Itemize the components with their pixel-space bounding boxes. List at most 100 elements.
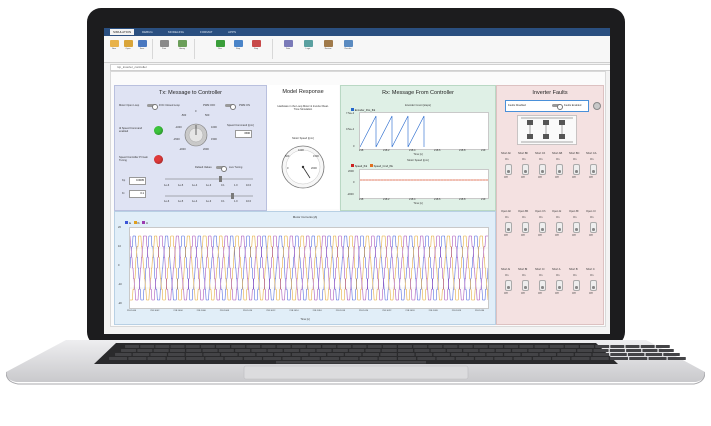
fault-switch[interactable] — [539, 222, 546, 233]
tab-apps[interactable]: APPS — [228, 29, 236, 35]
fault-switch[interactable] — [539, 280, 546, 291]
stop-button[interactable]: Stop — [250, 40, 262, 54]
key — [137, 349, 153, 352]
knob-tick-neg500: -500 — [181, 114, 187, 117]
fault-switch[interactable] — [573, 222, 580, 233]
key — [577, 349, 593, 352]
open-button[interactable]: Open — [122, 40, 134, 54]
fault-switch[interactable] — [590, 280, 597, 291]
fault-on-label: On — [522, 274, 526, 277]
key — [367, 345, 382, 348]
fault-label: Short Bh — [518, 152, 529, 155]
fault-switch[interactable] — [590, 222, 597, 233]
speed-ytick: 2000 — [348, 170, 354, 173]
fault-label: Open Ah — [501, 210, 512, 213]
fault-switch[interactable] — [556, 280, 563, 291]
fault-switch[interactable] — [505, 280, 512, 291]
fault-on-label: On — [505, 158, 509, 161]
fault-label: Open Ch — [535, 210, 546, 213]
key — [658, 349, 674, 352]
gauge-label: Motor Speed [rpm] — [292, 137, 314, 140]
fault-switch[interactable] — [590, 164, 597, 175]
currents-xtick: 218.1016 — [312, 310, 322, 312]
faults-toggle[interactable] — [552, 103, 563, 110]
speed-knob[interactable] — [171, 110, 221, 160]
print-button[interactable]: Print — [158, 40, 170, 54]
folder-icon — [123, 40, 133, 47]
key — [640, 345, 655, 348]
fault-switch[interactable] — [573, 164, 580, 175]
pwm-toggle[interactable] — [225, 103, 236, 110]
currents-xtick: 218.1004 — [173, 310, 183, 312]
key — [595, 345, 610, 348]
kp-field[interactable]: 0.0005 — [129, 177, 146, 185]
key — [381, 349, 397, 352]
fault-reset-button[interactable] — [593, 102, 601, 110]
tuning-toggle[interactable] — [216, 165, 227, 172]
key — [413, 345, 428, 348]
data-button[interactable]: Data — [282, 40, 294, 54]
key — [428, 345, 443, 348]
knob-tick-500: 500 — [205, 114, 210, 117]
fault-switch[interactable] — [556, 222, 563, 233]
run-button[interactable]: Run — [214, 40, 226, 54]
key — [155, 345, 170, 348]
key — [169, 349, 185, 352]
gauge-tick-1000: 1000 — [298, 149, 304, 152]
new-button[interactable]: New — [108, 40, 120, 54]
key — [590, 357, 609, 360]
gain-sliders[interactable] — [161, 174, 261, 210]
tx-title: Tx: Message to Controller — [159, 90, 222, 96]
tab-format[interactable]: FORMAT — [200, 29, 212, 35]
key — [610, 353, 627, 356]
fault-switch[interactable] — [522, 222, 529, 233]
currents-xtick: 218.1022 — [382, 310, 392, 312]
screen: SIMULATION DEBUG MODELING FORMAT APPS Ne… — [104, 28, 610, 334]
stop-label: Stop — [253, 48, 259, 50]
tab-simulation[interactable]: SIMULATION — [110, 29, 135, 35]
review-button[interactable]: Review — [322, 40, 334, 54]
fault-switch[interactable] — [522, 164, 529, 175]
fault-switch[interactable] — [573, 280, 580, 291]
ki-field[interactable]: 0.1 — [129, 190, 146, 198]
fault-switch[interactable] — [505, 164, 512, 175]
key — [398, 349, 414, 352]
key — [261, 345, 276, 348]
knob-tick-1500: 1500 — [211, 138, 217, 141]
fault-label: Short Ah — [501, 152, 511, 155]
loop-toggle[interactable] — [147, 103, 158, 110]
key — [468, 353, 486, 356]
key — [512, 349, 528, 352]
key — [320, 357, 339, 360]
fault-switch[interactable] — [556, 164, 563, 175]
fault-switch[interactable] — [539, 164, 546, 175]
save-button[interactable]: Save — [136, 40, 148, 54]
fault-off-label: Off — [504, 234, 508, 237]
motor-currents-panel: Motor Currents [A] Ia Ib Ic 20 10 0 -10 -20 … — [114, 211, 496, 325]
key — [544, 349, 560, 352]
library-button[interactable]: Library — [176, 40, 188, 54]
open-loop-label: Motor Open Loop — [119, 104, 140, 107]
model-canvas: Tx: Message to Controller Motor Open Loo… — [110, 71, 606, 327]
tab-debug[interactable]: DEBUG — [142, 29, 153, 35]
tab-modeling[interactable]: MODELING — [168, 29, 184, 35]
model-breadcrumb[interactable]: rcp_inverter_controller — [110, 64, 610, 71]
fault-switch[interactable] — [505, 222, 512, 233]
key — [433, 353, 450, 356]
currents-xtick: 218.1030 — [475, 310, 485, 312]
results-icon — [343, 40, 353, 47]
key — [446, 349, 462, 352]
fault-on-label: On — [556, 274, 560, 277]
fault-off-label: Off — [589, 234, 593, 237]
logic-button[interactable]: Logic — [302, 40, 314, 54]
fault-off-label: Off — [589, 176, 593, 179]
key — [629, 357, 648, 360]
ribbon-separator — [272, 39, 273, 59]
fault-switch[interactable] — [522, 280, 529, 291]
results-button[interactable]: Results — [342, 40, 354, 54]
foc-closed-label: FOC Closed Loop — [159, 104, 180, 107]
step-button[interactable]: Step — [232, 40, 244, 54]
currents-xtick: 218.1024 — [405, 310, 415, 312]
key — [316, 349, 332, 352]
speed-command-field[interactable]: 1500 — [235, 130, 252, 138]
